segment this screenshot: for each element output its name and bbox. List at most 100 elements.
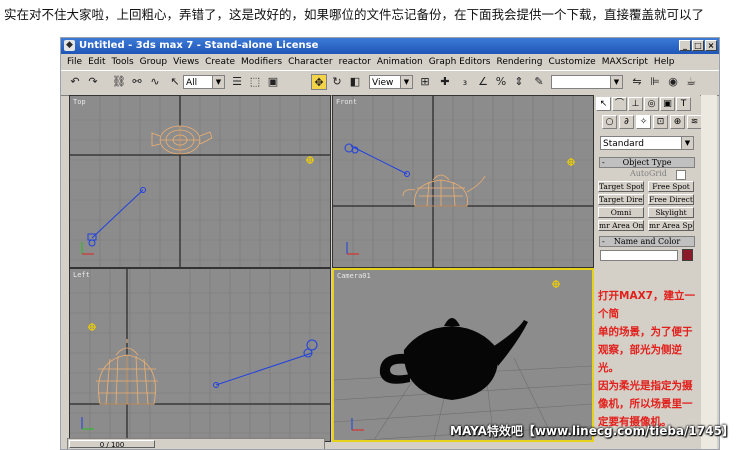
- main-toolbar: ↶ ↷ ⛓ ⚯ ∿ ↖ All ▼ ☰ ⬚ ▣ ✥ ↻ ◧ View ▼ ⊞ ✚…: [61, 70, 719, 96]
- lights-icon[interactable]: ✧: [636, 115, 651, 129]
- window-controls: _ □ ×: [679, 40, 717, 51]
- menu-reactor[interactable]: reactor: [339, 55, 371, 69]
- select-by-name-icon[interactable]: ☰: [229, 74, 245, 90]
- spinner-snap-icon[interactable]: ⇕: [511, 74, 527, 90]
- angle-snap-icon[interactable]: ∠: [475, 74, 491, 90]
- command-panel-scrollbar[interactable]: [701, 95, 717, 449]
- free-spot-button[interactable]: Free Spot: [648, 181, 694, 192]
- mr-area-spot-button[interactable]: mr Area Spot: [648, 220, 694, 231]
- mirror-icon[interactable]: ⇋: [629, 74, 645, 90]
- pivot-center-icon[interactable]: ⊞: [417, 74, 433, 90]
- snap-toggle-icon[interactable]: ₃: [457, 74, 473, 90]
- title-bar: ◆ Untitled - 3ds max 7 - Stand-alone Lic…: [61, 38, 719, 54]
- menu-graph-editors[interactable]: Graph Editors: [429, 55, 491, 69]
- object-type-rollout[interactable]: - Object Type: [599, 157, 695, 168]
- cameras-icon[interactable]: ⊡: [653, 115, 668, 129]
- shapes-icon[interactable]: ∂: [619, 115, 634, 129]
- menu-character[interactable]: Character: [288, 55, 332, 69]
- display-tab-icon[interactable]: ▣: [660, 97, 675, 111]
- maximize-button[interactable]: □: [692, 40, 704, 51]
- note-line: 打开MAX7，建立一个简: [598, 290, 695, 320]
- time-slider-thumb[interactable]: 0 / 100: [69, 440, 155, 449]
- skylight-button[interactable]: Skylight: [648, 207, 694, 218]
- note-line: 因为柔光是指定为摄: [598, 380, 693, 392]
- select-object-icon[interactable]: ↖: [167, 74, 183, 90]
- axis-tripod-left: [81, 417, 94, 430]
- viewport-top[interactable]: Top: [69, 95, 331, 268]
- unlink-icon[interactable]: ⚯: [129, 74, 145, 90]
- left-view-scene: [70, 269, 330, 441]
- material-editor-icon[interactable]: ◉: [665, 74, 681, 90]
- move-icon[interactable]: ✥: [311, 74, 327, 90]
- autogrid-checkbox[interactable]: [676, 170, 686, 180]
- menu-rendering[interactable]: Rendering: [497, 55, 543, 69]
- object-name-input[interactable]: [600, 250, 678, 261]
- viewport-camera[interactable]: Camera01: [332, 268, 594, 442]
- chevron-down-icon: ▼: [212, 76, 224, 88]
- name-color-title: Name and Color: [613, 237, 681, 246]
- select-manipulate-icon[interactable]: ✚: [437, 74, 453, 90]
- top-view-scene: [70, 96, 330, 267]
- reference-coord-dropdown[interactable]: View ▼: [369, 75, 413, 89]
- target-spot-button[interactable]: Target Spot: [598, 181, 644, 192]
- reference-coord-value: View: [372, 78, 394, 88]
- time-slider[interactable]: 0 / 100: [67, 438, 325, 449]
- redo-icon[interactable]: ↷: [85, 74, 101, 90]
- minimize-button[interactable]: _: [679, 40, 691, 51]
- camera-view-scene: [334, 280, 592, 440]
- geometry-icon[interactable]: ○: [602, 115, 617, 129]
- menu-create[interactable]: Create: [205, 55, 235, 69]
- viewport-left[interactable]: Left: [69, 268, 331, 442]
- viewport-front[interactable]: Front: [332, 95, 594, 268]
- menu-animation[interactable]: Animation: [377, 55, 423, 69]
- object-color-swatch[interactable]: [682, 249, 693, 261]
- watermark: MAYA特效吧【www.linecg.com/tieba/1745】: [450, 424, 734, 438]
- selection-filter-dropdown[interactable]: All ▼: [183, 75, 225, 89]
- camera-wire-left: [213, 339, 318, 388]
- named-selection-dropdown[interactable]: ▼: [551, 75, 623, 89]
- menu-maxscript[interactable]: MAXScript: [602, 55, 648, 69]
- space-warps-icon[interactable]: ≋: [687, 115, 702, 129]
- menu-file[interactable]: File: [67, 55, 82, 69]
- hierarchy-tab-icon[interactable]: ⊥: [628, 97, 643, 111]
- mr-area-omni-button[interactable]: mr Area Omni: [598, 220, 644, 231]
- axis-tripod-top: [81, 242, 94, 255]
- omni-button[interactable]: Omni: [598, 207, 644, 218]
- named-selection-icon[interactable]: ✎: [531, 74, 547, 90]
- rotate-icon[interactable]: ↻: [329, 74, 345, 90]
- menu-group[interactable]: Group: [140, 55, 167, 69]
- modify-tab-icon[interactable]: ⌒: [612, 97, 627, 111]
- close-button[interactable]: ×: [705, 40, 717, 51]
- render-icon[interactable]: ☕: [683, 74, 699, 90]
- utilities-tab-icon[interactable]: T: [676, 97, 691, 111]
- menu-help[interactable]: Help: [654, 55, 675, 69]
- light-target-camera: [552, 280, 560, 288]
- undo-icon[interactable]: ↶: [67, 74, 83, 90]
- menu-bar: File Edit Tools Group Views Create Modif…: [61, 55, 719, 69]
- create-type-dropdown[interactable]: Standard ▼: [600, 136, 694, 150]
- free-direct-button[interactable]: Free Direct: [648, 194, 694, 205]
- scale-icon[interactable]: ◧: [347, 74, 363, 90]
- helpers-icon[interactable]: ⊕: [670, 115, 685, 129]
- menu-edit[interactable]: Edit: [88, 55, 105, 69]
- motion-tab-icon[interactable]: ◎: [644, 97, 659, 111]
- create-tab-icon[interactable]: ↖: [596, 97, 611, 111]
- target-direct-button[interactable]: Target Direct: [598, 194, 644, 205]
- name-color-rollout[interactable]: - Name and Color: [599, 236, 695, 247]
- percent-snap-icon[interactable]: %: [493, 74, 509, 90]
- menu-views[interactable]: Views: [173, 55, 199, 69]
- max-app-icon[interactable]: ◆: [64, 40, 75, 51]
- light-target-front: [567, 158, 575, 166]
- menu-modifiers[interactable]: Modifiers: [241, 55, 282, 69]
- create-type-value: Standard: [603, 139, 644, 149]
- bind-space-warp-icon[interactable]: ∿: [147, 74, 163, 90]
- rect-selection-icon[interactable]: ⬚: [247, 74, 263, 90]
- window-title: Untitled - 3ds max 7 - Stand-alone Licen…: [79, 40, 319, 51]
- align-icon[interactable]: ⊫: [647, 74, 663, 90]
- menu-customize[interactable]: Customize: [548, 55, 595, 69]
- select-link-icon[interactable]: ⛓: [111, 74, 127, 90]
- light-target-top: [306, 156, 314, 164]
- window-crossing-icon[interactable]: ▣: [265, 74, 281, 90]
- menu-tools[interactable]: Tools: [112, 55, 134, 69]
- note-line: 观察，部光为侧逆光。: [598, 344, 682, 374]
